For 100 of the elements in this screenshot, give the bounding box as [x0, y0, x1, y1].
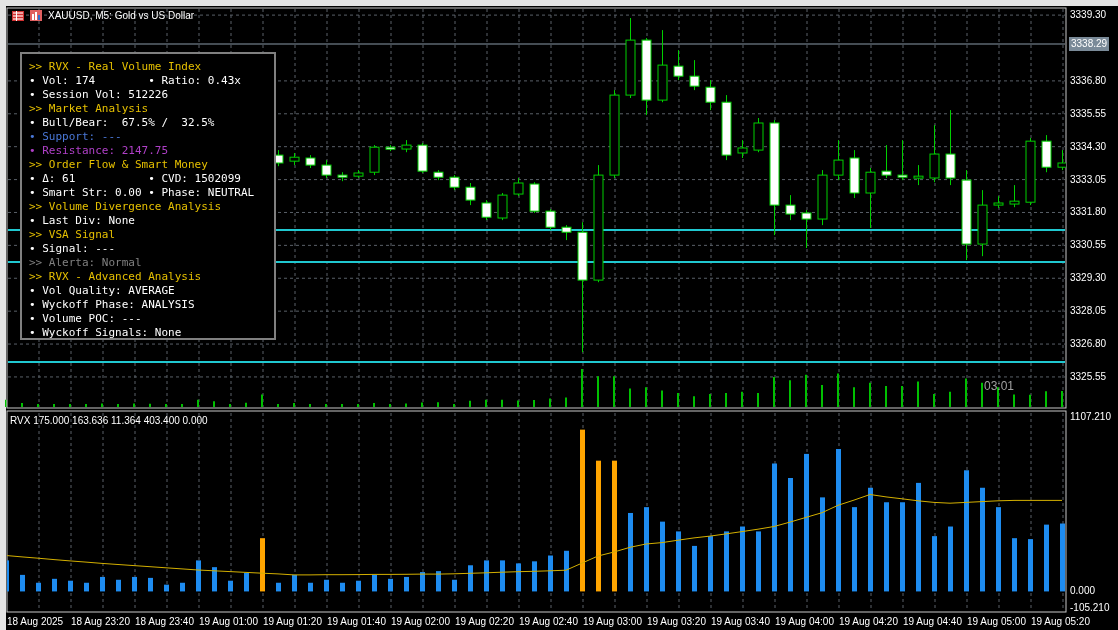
- candle: [705, 79, 716, 111]
- scale-label: 0.000: [1070, 584, 1096, 599]
- chart-icon: [30, 10, 42, 21]
- candle: [545, 208, 556, 231]
- price-label: 3335.55: [1070, 106, 1107, 121]
- info-text: • Signal: ---: [29, 242, 116, 256]
- time-label: 19 Aug 04:00: [775, 616, 834, 627]
- candle: [929, 124, 940, 183]
- time-label: 19 Aug 04:40: [903, 616, 962, 627]
- info-text: • Δ: 61: [29, 172, 77, 186]
- candle: [913, 164, 924, 186]
- time-label: 19 Aug 04:20: [839, 616, 898, 627]
- info-text: • Vol Quality: AVERAGE: [29, 284, 175, 298]
- candle: [817, 169, 828, 226]
- candle: [337, 171, 348, 182]
- candle: [897, 139, 908, 181]
- candle: [673, 49, 684, 81]
- time-label: 19 Aug 05:20: [1031, 616, 1090, 627]
- candle: [1041, 134, 1052, 173]
- info-text: • Volume POC: ---: [29, 312, 142, 326]
- candle: [561, 224, 572, 241]
- candle: [321, 159, 332, 179]
- candle: [305, 154, 316, 169]
- candle: [417, 142, 428, 174]
- info-text: • Vol: 174: [29, 74, 97, 88]
- price-label: 3333.05: [1070, 172, 1107, 187]
- candle: [737, 139, 748, 159]
- candle: [353, 169, 364, 179]
- info-text: • Session Vol: 512226: [29, 88, 169, 102]
- indicator-label: RVX 175.000 163.636 11.364 403.400 0.000: [10, 415, 208, 426]
- info-text: • Resistance: 2147.75: [29, 144, 169, 158]
- candle: [801, 209, 812, 249]
- candle: [785, 194, 796, 221]
- candle: [721, 94, 732, 161]
- time-label: 19 Aug 03:00: [583, 616, 642, 627]
- chart-title: XAUUSD, M5: Gold vs US Dollar: [48, 10, 195, 21]
- price-label: 3328.05: [1070, 304, 1107, 319]
- info-text: • CVD: 1502099: [148, 172, 241, 186]
- candle: [865, 167, 876, 229]
- price-label: 3326.80: [1070, 337, 1107, 352]
- time-label: 19 Aug 02:20: [455, 616, 514, 627]
- price-label: 3330.55: [1070, 238, 1107, 253]
- price-label: 3336.80: [1070, 73, 1107, 88]
- candle: [1057, 149, 1066, 171]
- time-label: 19 Aug 01:00: [199, 616, 258, 627]
- info-text: >> VSA Signal: [29, 228, 116, 242]
- countdown-timer: 03:01: [984, 379, 1015, 393]
- time-label: 19 Aug 02:00: [391, 616, 450, 627]
- candle: [1025, 137, 1036, 206]
- candle: [993, 195, 1004, 209]
- candle: [433, 169, 444, 181]
- time-label: 19 Aug 05:00: [967, 616, 1026, 627]
- info-text: >> Volume Divergence Analysis: [29, 200, 222, 214]
- info-text: >> Market Analysis: [29, 102, 149, 116]
- candle: [849, 149, 860, 199]
- candle: [481, 199, 492, 221]
- info-text: >> Alerta: Normal: [29, 256, 142, 270]
- candle: [881, 144, 892, 179]
- time-label: 18 Aug 23:40: [135, 616, 194, 627]
- info-text: >> RVX - Real Volume Index: [29, 60, 202, 74]
- price-label: 3331.80: [1070, 205, 1107, 220]
- candle: [401, 139, 412, 153]
- price-label: 3339.30: [1070, 8, 1107, 23]
- candle: [385, 144, 396, 152]
- info-text: • Smart Str: 0.00: [29, 186, 142, 200]
- time-label: 19 Aug 02:40: [519, 616, 578, 627]
- info-text: >> RVX - Advanced Analysis: [29, 270, 202, 284]
- info-text: • Bull/Bear: 67.5% / 32.5%: [29, 116, 215, 130]
- candle: [689, 59, 700, 91]
- candle: [513, 177, 524, 197]
- grid-icon: [12, 10, 24, 21]
- candle: [369, 144, 380, 176]
- info-text: >> Order Flow & Smart Money: [29, 158, 208, 172]
- candle: [1009, 184, 1020, 208]
- candle: [833, 139, 844, 181]
- candle: [529, 181, 540, 214]
- candle: [977, 189, 988, 257]
- price-label: 3329.30: [1070, 271, 1107, 286]
- scale-label: -105.210: [1070, 601, 1110, 615]
- current-price-label: 3338.29: [1069, 37, 1110, 51]
- info-text: • Ratio: 0.43x: [148, 74, 241, 88]
- candle: [497, 192, 508, 221]
- info-text: • Last Div: None: [29, 214, 135, 228]
- time-label: 18 Aug 23:20: [71, 616, 130, 627]
- price-label: 3334.30: [1070, 139, 1107, 154]
- time-label: 19 Aug 03:20: [647, 616, 706, 627]
- time-label: 19 Aug 03:40: [711, 616, 770, 627]
- candle: [289, 152, 300, 166]
- time-label: 18 Aug 2025: [7, 616, 64, 627]
- time-label: 19 Aug 01:20: [263, 616, 322, 627]
- info-text: • Wyckoff Signals: None: [29, 326, 182, 340]
- candle: [449, 174, 460, 191]
- info-text: • Support: ---: [29, 130, 122, 144]
- time-label: 19 Aug 01:40: [327, 616, 386, 627]
- info-text: • Wyckoff Phase: ANALYSIS: [29, 298, 195, 312]
- scale-label: 1107.210: [1070, 410, 1111, 424]
- price-label: 3325.55: [1070, 369, 1107, 384]
- candle: [753, 117, 764, 153]
- info-text: • Phase: NEUTRAL: [148, 186, 255, 200]
- candle: [465, 182, 476, 206]
